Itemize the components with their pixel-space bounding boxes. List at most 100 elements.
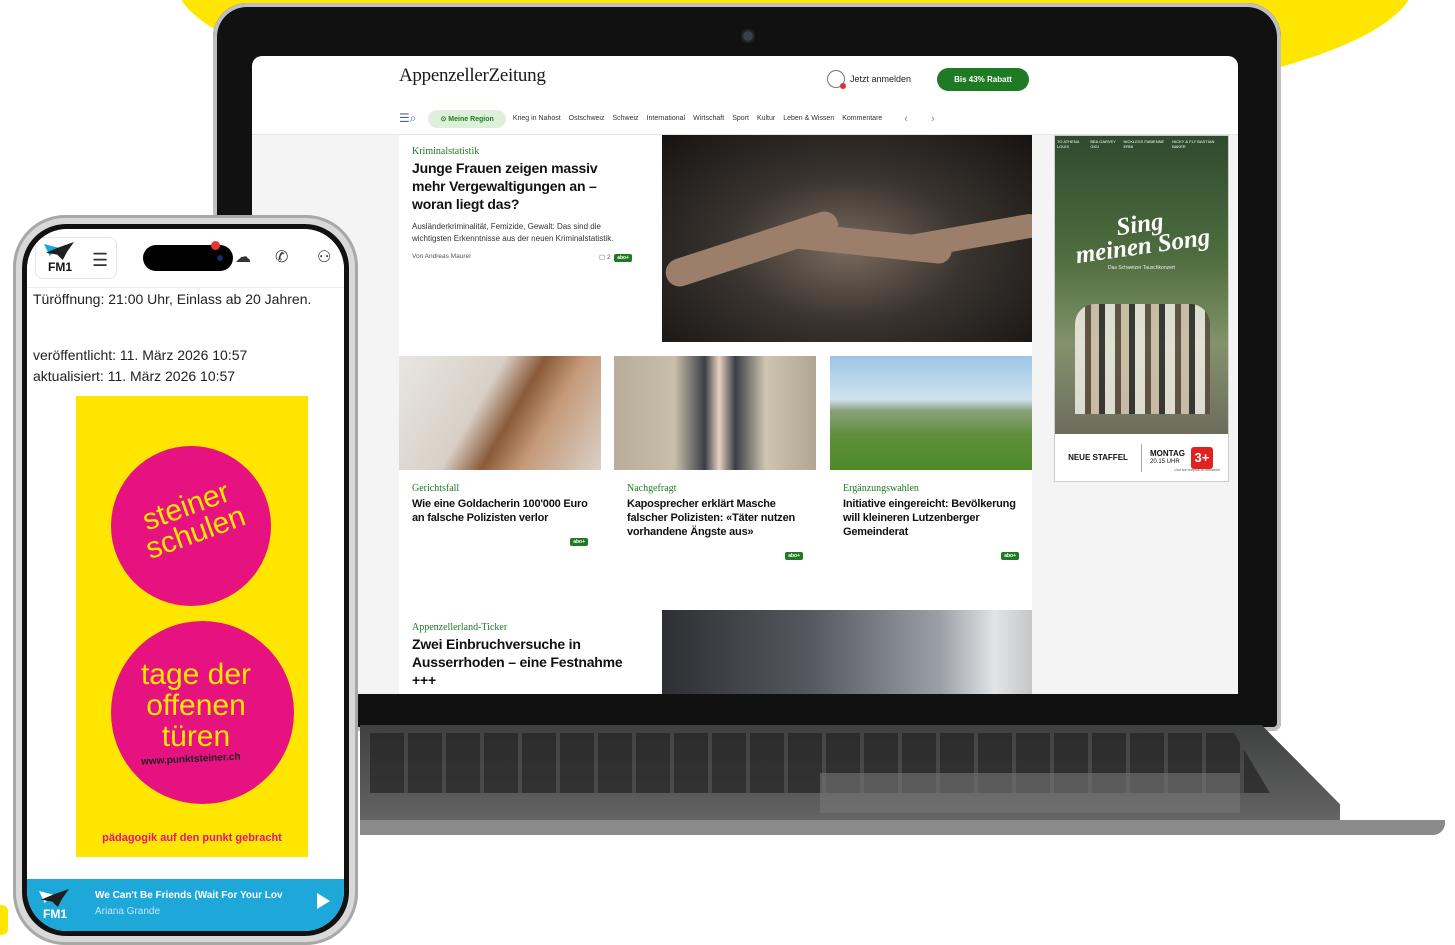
article-author: Von Andreas Maurer [412, 253, 472, 260]
ad-stream-note: Und auf oneplus.ch streamen [1174, 468, 1220, 472]
article-kicker: Kriminalstatistik [412, 146, 480, 157]
teaser-kicker: Ergänzungswahlen [843, 483, 919, 494]
ad-show-title: Sing meinen Song [1055, 202, 1228, 270]
ad-cast-name: NICKY & FLY BASTIAN BAKER [1172, 139, 1215, 149]
school-ad[interactable]: steiner schulen tage der offenen türen w… [76, 396, 308, 857]
background-yellow-accent [0, 905, 8, 935]
nav-item[interactable]: Ostschweiz [569, 115, 605, 122]
ad-event-text: tage der offenen türen [140, 658, 252, 753]
article-headline[interactable]: Zwei Einbruchversuche in Ausserrhoden – … [412, 635, 627, 689]
published-date: veröffentlicht: 11. März 2026 10:57 [33, 347, 248, 363]
article-kicker: Appenzellerland-Ticker [412, 622, 508, 633]
play-icon[interactable] [317, 893, 330, 909]
nav-item[interactable]: Leben & Wissen [783, 115, 834, 122]
comment-count: 2 [606, 254, 611, 261]
ad-day: MONTAG [1150, 448, 1185, 458]
nav-my-region[interactable]: ⊙ Meine Region [428, 109, 506, 128]
laptop-camera [741, 29, 755, 43]
article-lead: Ausländerkriminalität, Femizide, Gewalt:… [412, 222, 614, 243]
laptop-screen: AppenzellerZeitung Jetzt anmelden Bis 43… [252, 56, 1238, 694]
ticker-article[interactable]: Appenzellerland-Ticker Zwei Einbruchvers… [412, 622, 627, 689]
teaser-kicker: Nachgefragt [627, 483, 677, 494]
site-header: AppenzellerZeitung Jetzt anmelden Bis 43… [399, 62, 1031, 91]
subscribe-button[interactable]: Bis 43% Rabatt [937, 68, 1029, 91]
updated-date: aktualisiert: 11. März 2026 10:57 [33, 368, 236, 384]
abo-badge: abo+ [1001, 552, 1019, 560]
nav-item[interactable]: Wirtschaft [693, 115, 724, 122]
ad-brand-text: steiner schulen [138, 475, 250, 566]
teaser-image[interactable] [830, 356, 1032, 470]
laptop-trackpad [820, 773, 1240, 813]
nav-scroll-arrows-icon[interactable]: ‹ › [904, 113, 944, 125]
ad-url[interactable]: www.punktsteiner.ch [141, 751, 241, 767]
teaser-headline[interactable]: Kaposprecher erklärt Masche falscher Pol… [627, 497, 803, 539]
radio-player-bar[interactable]: FM1 We Can't Be Friends (Wait For Your L… [27, 879, 344, 931]
hamburger-menu-icon[interactable]: ☰ [92, 250, 108, 271]
nav-item[interactable]: International [647, 115, 686, 122]
ad-schedule: MONTAG 20.15 UHR [1142, 449, 1185, 467]
ad-cast-name: BEA GARVEY GIGI [1090, 139, 1116, 149]
nav-item[interactable]: Kommentare [842, 115, 882, 122]
nav-item[interactable]: Sport [732, 115, 749, 122]
ad-time: 20.15 UHR [1150, 458, 1180, 465]
teaser-card[interactable]: Nachgefragt Kaposprecher erklärt Masche … [614, 356, 816, 562]
comment-icon[interactable]: ▢ [599, 254, 605, 261]
user-icon[interactable]: ⚇ [317, 247, 331, 267]
fm1-logo-icon: FM1 [39, 889, 71, 921]
menu-search-icon[interactable]: ☰⌕ [399, 111, 416, 126]
front-camera [217, 255, 223, 261]
weather-icon[interactable]: ☁ [235, 247, 251, 267]
article-headline[interactable]: Junge Frauen zeigen massiv mehr Vergewal… [412, 159, 632, 213]
phone-screen: FM1 ☰ ☁ ✆ ⚇ Türöffnung: 21:00 Uhr, Einla… [27, 229, 344, 931]
ad-footer: NEUE STAFFEL MONTAG 20.15 UHR 3+ Und auf… [1055, 434, 1228, 481]
teaser-image[interactable] [614, 356, 816, 470]
teaser-image[interactable] [399, 356, 601, 470]
ad-cast-names: TO ATHENA LOUIS BEA GARVEY GIGI NICKLESS… [1057, 139, 1226, 149]
now-playing-title: We Can't Be Friends (Wait For Your Lov [95, 890, 283, 901]
teaser-card[interactable]: Ergänzungswahlen Initiative eingereicht:… [830, 356, 1032, 562]
laptop-base [300, 725, 1450, 840]
phone-frame: FM1 ☰ ☁ ✆ ⚇ Türöffnung: 21:00 Uhr, Einla… [13, 215, 358, 945]
nav-item[interactable]: Schweiz [612, 115, 638, 122]
login-link[interactable]: Jetzt anmelden [827, 70, 912, 89]
laptop-edge [360, 820, 1445, 835]
site-logo[interactable]: AppenzellerZeitung [399, 65, 546, 87]
ad-season-label: NEUE STAFFEL [1068, 453, 1128, 462]
abo-badge: abo+ [785, 552, 803, 560]
ticker-article-image[interactable] [662, 610, 1032, 694]
event-info-text: Türöffnung: 21:00 Uhr, Einlass ab 20 Jah… [33, 291, 312, 307]
lead-article[interactable]: Kriminalstatistik Junge Frauen zeigen ma… [412, 146, 632, 262]
dynamic-island [143, 245, 233, 271]
notification-dot [211, 241, 220, 250]
tv-show-ad[interactable]: TO ATHENA LOUIS BEA GARVEY GIGI NICKLESS… [1054, 135, 1229, 482]
fm1-logo-text: FM1 [48, 260, 72, 274]
ad-circle-event: tage der offenen türen www.punktsteiner.… [111, 621, 294, 804]
teaser-headline[interactable]: Initiative eingereicht: Bevölkerung will… [843, 497, 1019, 539]
ad-claim: pädagogik auf den punkt gebracht [102, 832, 282, 844]
whatsapp-icon[interactable]: ✆ [275, 247, 288, 267]
nav-item[interactable]: Kultur [757, 115, 775, 122]
user-icon [827, 70, 846, 89]
fm1-logo-box[interactable]: FM1 ☰ [35, 237, 117, 279]
teaser-headline[interactable]: Wie eine Goldacherin 100'000 Euro an fal… [412, 497, 588, 525]
ad-cast-name: TO ATHENA LOUIS [1057, 139, 1080, 149]
login-label: Jetzt anmelden [850, 74, 912, 84]
logo-shape [41, 889, 69, 907]
channel-logo-icon: 3+ [1190, 446, 1213, 469]
phone-bezel: FM1 ☰ ☁ ✆ ⚇ Türöffnung: 21:00 Uhr, Einla… [22, 224, 349, 936]
nav-item[interactable]: Krieg in Nahost [513, 115, 561, 122]
teaser-card[interactable]: Gerichtsfall Wie eine Goldacherin 100'00… [399, 356, 601, 548]
ad-image: TO ATHENA LOUIS BEA GARVEY GIGI NICKLESS… [1055, 136, 1228, 434]
ad-circle-brand: steiner schulen [111, 446, 271, 606]
article-meta: Von Andreas Maurer ▢ 2 abo+ [412, 253, 632, 262]
image-shape [891, 212, 1032, 262]
nav-my-region-label: Meine Region [448, 115, 494, 123]
abo-badge: abo+ [614, 254, 632, 262]
main-navigation: ☰⌕ ⊙ Meine Region Krieg in Nahost Ostsch… [399, 106, 1031, 131]
ad-cast-name: NICKLESS FABIENNE ERNI [1123, 139, 1165, 149]
lead-article-image[interactable] [662, 135, 1032, 342]
logo-shape [46, 242, 74, 260]
fm1-logo-icon: FM1 [44, 242, 76, 274]
phone-app-header: FM1 ☰ ☁ ✆ ⚇ [27, 229, 344, 288]
ad-subtitle: Das Schweizer Tauschkonzert [1108, 265, 1175, 271]
